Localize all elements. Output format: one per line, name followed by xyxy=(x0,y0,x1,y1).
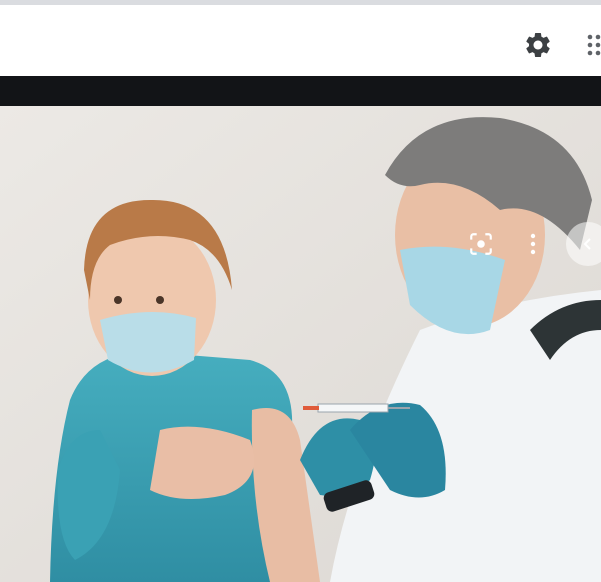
gear-icon[interactable] xyxy=(523,30,553,60)
vaccination-photo[interactable] xyxy=(0,106,601,582)
lens-icon[interactable] xyxy=(463,226,499,262)
image-viewer-top-bar xyxy=(0,76,601,106)
header-bar xyxy=(0,5,601,76)
image-viewer xyxy=(0,106,601,582)
apps-grid-icon[interactable] xyxy=(586,33,601,57)
more-vert-icon[interactable] xyxy=(516,226,550,262)
